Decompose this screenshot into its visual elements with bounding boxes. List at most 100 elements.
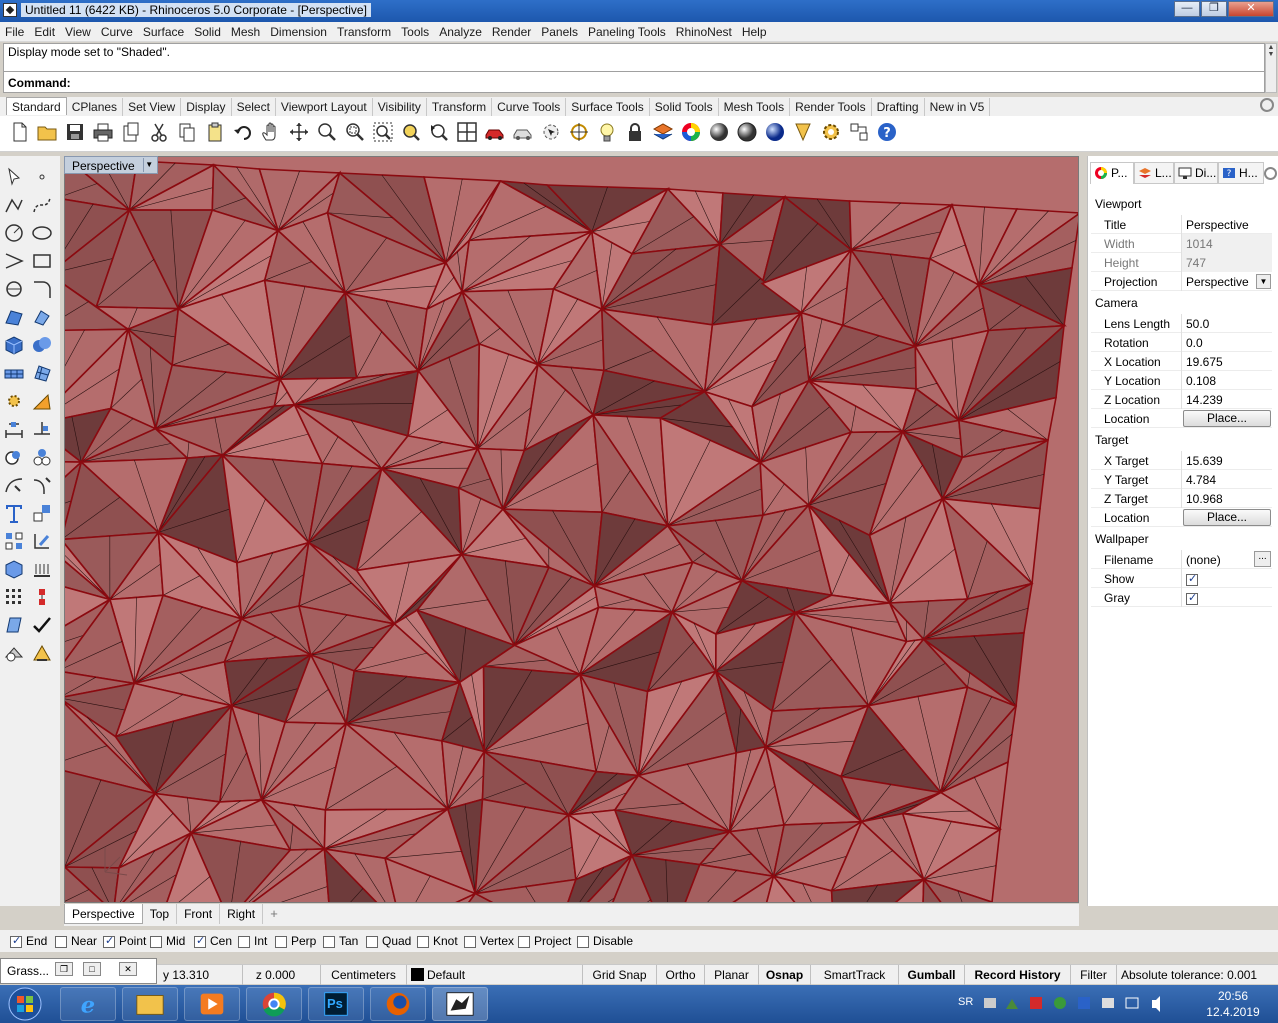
help-icon[interactable]: ? bbox=[876, 121, 898, 143]
vp-tab-front[interactable]: Front bbox=[177, 904, 221, 924]
menu-edit[interactable]: Edit bbox=[29, 22, 60, 39]
undo-view-icon[interactable] bbox=[428, 121, 450, 143]
tab-mesh-tools[interactable]: Mesh Tools bbox=[719, 98, 791, 116]
y-location-field[interactable]: 0.108 bbox=[1181, 371, 1272, 390]
arc-icon[interactable] bbox=[3, 250, 25, 272]
box-solid-icon[interactable] bbox=[3, 334, 25, 356]
zoom-selected-icon[interactable] bbox=[400, 121, 422, 143]
osnap-near-checkbox[interactable] bbox=[55, 935, 67, 948]
point-icon[interactable] bbox=[31, 166, 53, 188]
projection-dropdown-icon[interactable]: ▼ bbox=[1256, 274, 1271, 289]
curve-icon[interactable] bbox=[31, 194, 53, 216]
mesh-tools-icon[interactable] bbox=[31, 362, 53, 384]
unroll-icon[interactable] bbox=[3, 642, 25, 664]
perspective-viewport[interactable] bbox=[64, 156, 1079, 903]
rectangle-icon[interactable] bbox=[31, 250, 53, 272]
osnap-tan-checkbox[interactable] bbox=[323, 935, 335, 948]
panel-tab-layers[interactable]: L... bbox=[1134, 162, 1174, 184]
osnap-mid-checkbox[interactable] bbox=[150, 935, 162, 948]
status-osnap[interactable]: Osnap bbox=[758, 965, 810, 985]
panel-tab-properties[interactable]: P... bbox=[1090, 162, 1134, 184]
tab-render-tools[interactable]: Render Tools bbox=[790, 98, 872, 116]
mesh-render[interactable] bbox=[65, 157, 1079, 903]
status-gumball[interactable]: Gumball bbox=[898, 965, 964, 985]
osnap-int-checkbox[interactable] bbox=[238, 935, 250, 948]
tab-curve-tools[interactable]: Curve Tools bbox=[492, 98, 567, 116]
vp-tab-right[interactable]: Right bbox=[220, 904, 264, 924]
material-sphere-icon[interactable] bbox=[764, 121, 786, 143]
taskbar-rhino[interactable] bbox=[432, 987, 488, 1021]
osnap-knot-checkbox[interactable] bbox=[417, 935, 429, 948]
osnap-point[interactable]: Point bbox=[103, 934, 146, 948]
command-prompt[interactable]: Command: bbox=[3, 71, 1265, 93]
menu-surface[interactable]: Surface bbox=[138, 22, 189, 39]
menu-rhinonest[interactable]: RhinoNest bbox=[671, 22, 737, 39]
osnap-quad-checkbox[interactable] bbox=[366, 935, 378, 948]
open-folder-icon[interactable] bbox=[36, 121, 58, 143]
menu-curve[interactable]: Curve bbox=[96, 22, 138, 39]
viewport-title[interactable]: Perspective ▼ bbox=[64, 156, 158, 174]
osnap-perp-checkbox[interactable] bbox=[275, 935, 287, 948]
status-record-history[interactable]: Record History bbox=[964, 965, 1070, 985]
menu-mesh[interactable]: Mesh bbox=[226, 22, 265, 39]
menu-view[interactable]: View bbox=[60, 22, 96, 39]
taskbar-ie[interactable]: e bbox=[60, 987, 116, 1021]
z-target-field[interactable]: 10.968 bbox=[1181, 489, 1272, 508]
language-indicator[interactable]: SR bbox=[958, 996, 973, 1008]
lens-length-field[interactable]: 50.0 bbox=[1181, 314, 1272, 333]
pan-hand-icon[interactable] bbox=[260, 121, 282, 143]
tab-surface-tools[interactable]: Surface Tools bbox=[566, 98, 650, 116]
osnap-vertex-checkbox[interactable] bbox=[464, 935, 476, 948]
lock-icon[interactable] bbox=[624, 121, 646, 143]
dots-array-icon[interactable] bbox=[3, 586, 25, 608]
color-wheel-icon[interactable] bbox=[680, 121, 702, 143]
ellipse-icon[interactable] bbox=[31, 222, 53, 244]
render-preview-icon[interactable] bbox=[512, 121, 534, 143]
new-file-icon[interactable] bbox=[9, 121, 31, 143]
lights-icon[interactable] bbox=[3, 390, 25, 412]
osnap-project[interactable]: Project bbox=[518, 934, 571, 948]
osnap-knot[interactable]: Knot bbox=[417, 934, 458, 948]
menu-paneling-tools[interactable]: Paneling Tools bbox=[583, 22, 671, 39]
trim-icon[interactable] bbox=[3, 474, 25, 496]
select-mode-icon[interactable] bbox=[540, 121, 562, 143]
target-place-button[interactable]: Place... bbox=[1183, 509, 1271, 526]
taskbar-clock[interactable]: 20:56 12.4.2019 bbox=[1195, 988, 1271, 1020]
check-icon[interactable] bbox=[31, 614, 53, 636]
tab-new-in-v5[interactable]: New in V5 bbox=[925, 98, 991, 116]
tab-drafting[interactable]: Drafting bbox=[872, 98, 925, 116]
rendered-sphere-icon[interactable] bbox=[736, 121, 758, 143]
grid-snap-icon[interactable] bbox=[848, 121, 870, 143]
osnap-project-checkbox[interactable] bbox=[518, 935, 530, 948]
tab-visibility[interactable]: Visibility bbox=[373, 98, 427, 116]
vp-tab-perspective[interactable]: Perspective bbox=[64, 904, 143, 924]
maximize-button[interactable]: ❐ bbox=[1201, 1, 1227, 17]
camera-place-button[interactable]: Place... bbox=[1183, 410, 1271, 427]
menu-analyze[interactable]: Analyze bbox=[434, 22, 487, 39]
command-scrollbar[interactable]: ▲ ▼ bbox=[1265, 43, 1277, 93]
sweep-surface-icon[interactable] bbox=[3, 614, 25, 636]
zoom-window-icon[interactable] bbox=[344, 121, 366, 143]
status-planar[interactable]: Planar bbox=[704, 965, 758, 985]
dimension-icon[interactable] bbox=[3, 418, 25, 440]
panel-tab-display[interactable]: Di... bbox=[1174, 162, 1218, 184]
menu-panels[interactable]: Panels bbox=[536, 22, 583, 39]
panel-gear-icon[interactable] bbox=[1264, 167, 1277, 180]
spotlight-icon[interactable] bbox=[31, 390, 53, 412]
status-ortho[interactable]: Ortho bbox=[656, 965, 704, 985]
surface-corner-icon[interactable] bbox=[3, 306, 25, 328]
polyline-icon[interactable] bbox=[3, 194, 25, 216]
wallpaper-gray-checkbox[interactable] bbox=[1186, 591, 1198, 605]
y-target-field[interactable]: 4.784 bbox=[1181, 470, 1272, 489]
scale-icon[interactable] bbox=[31, 502, 53, 524]
print-icon[interactable] bbox=[92, 121, 114, 143]
tab-cplanes[interactable]: CPlanes bbox=[67, 98, 124, 116]
tab-standard[interactable]: Standard bbox=[6, 97, 67, 115]
osnap-quad[interactable]: Quad bbox=[366, 934, 411, 948]
status-smarttrack[interactable]: SmartTrack bbox=[810, 965, 898, 985]
four-viewports-icon[interactable] bbox=[456, 121, 478, 143]
layer-icon[interactable] bbox=[652, 121, 674, 143]
undo-icon[interactable] bbox=[232, 121, 254, 143]
close-button[interactable]: ✕ bbox=[1228, 1, 1274, 17]
polygon-icon[interactable] bbox=[3, 278, 25, 300]
